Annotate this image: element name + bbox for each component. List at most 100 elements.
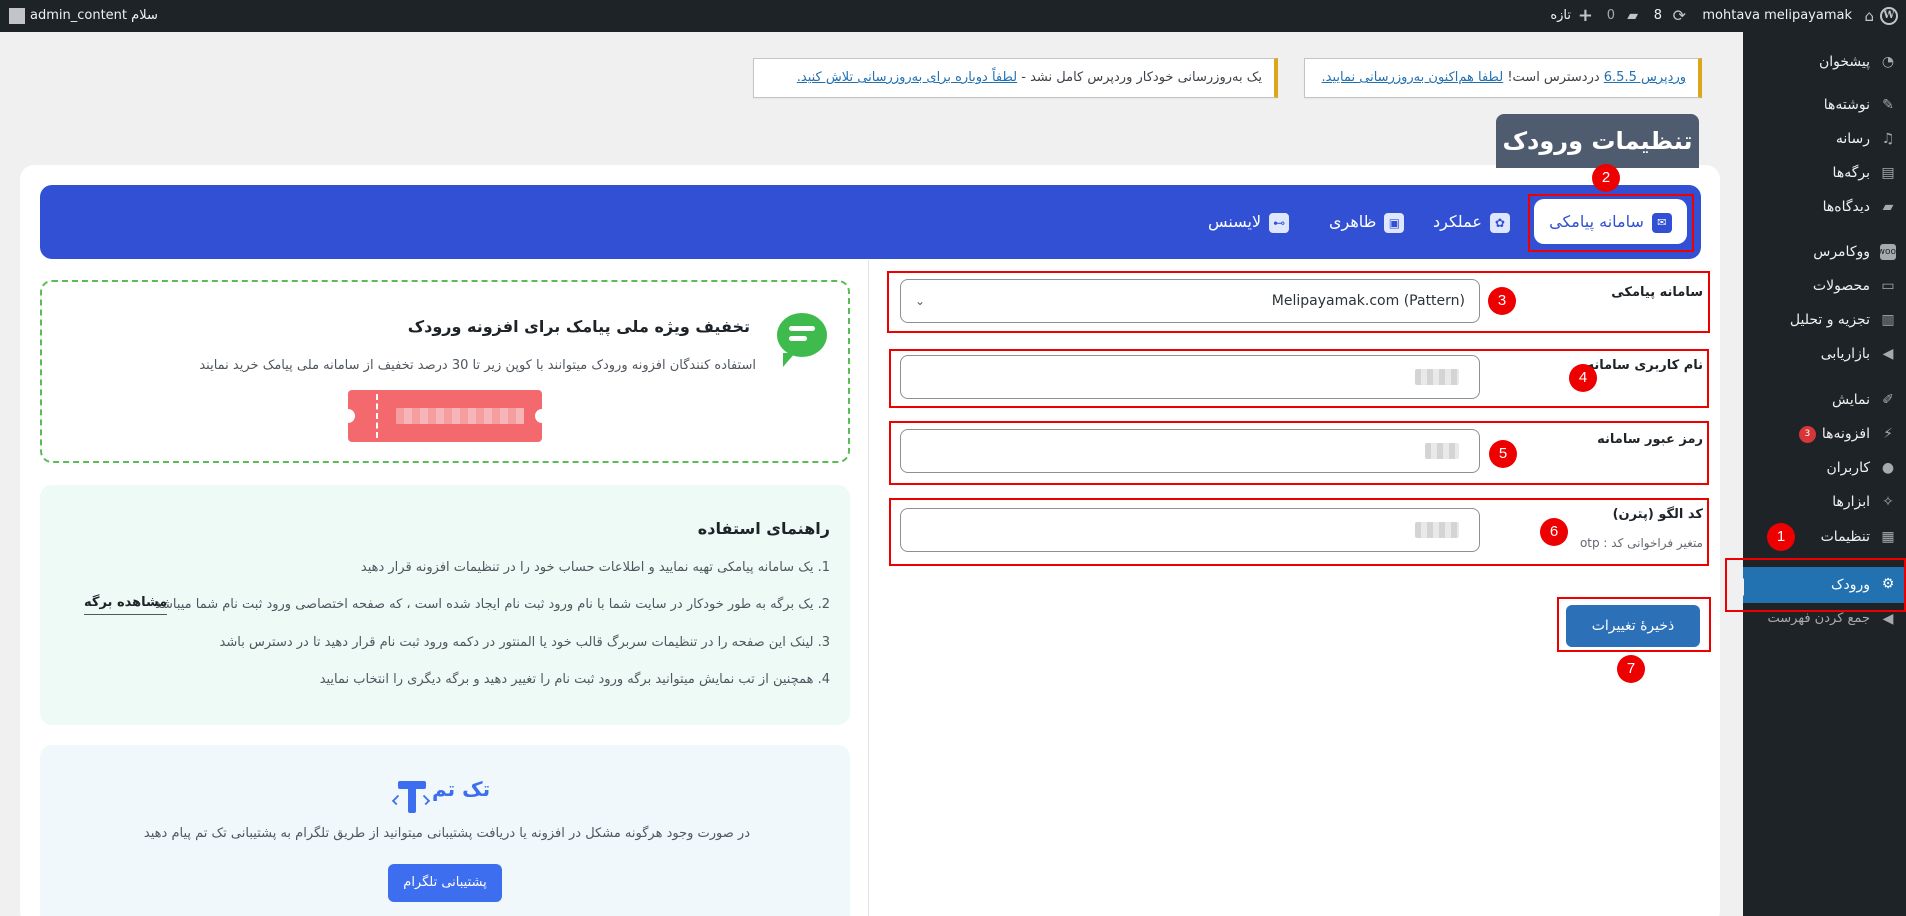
annotation-marker-3: 3 bbox=[1488, 287, 1516, 315]
techtheme-logo-icon bbox=[391, 777, 432, 817]
menu-media[interactable]: ♫ رسانه bbox=[1743, 124, 1906, 154]
comments-count[interactable]: 0 bbox=[1607, 0, 1615, 32]
password-input[interactable] bbox=[900, 429, 1480, 473]
guide-item-4: 4. همچنین از تب نمایش میتوانید برگه ورود… bbox=[319, 672, 830, 687]
menu-comments[interactable]: ▰ دیدگاه‌ها bbox=[1743, 192, 1906, 222]
pin-icon: ✎ bbox=[1882, 97, 1894, 113]
admin-sidebar: ◔ پیشخوان ✎ نوشته‌ها ♫ رسانه ▤ برگه‌ها ▰ دیدگ… bbox=[1743, 32, 1906, 916]
guide-item-3: 3. لینک این صفحه را در تنظیمات سربرگ قال… bbox=[219, 635, 830, 650]
tab-appearance[interactable]: ▣ ظاهری bbox=[1329, 185, 1405, 259]
promo-desc: استفاده کنندگان افزونه ورودک میتوانند با… bbox=[199, 358, 756, 373]
telegram-support-button[interactable]: پشتیبانی تلگرام bbox=[388, 864, 502, 902]
sms-chat-icon bbox=[777, 313, 827, 367]
update-notice-text: دردسترس است! bbox=[1503, 70, 1604, 85]
blurred-password bbox=[1425, 443, 1459, 459]
password-label: رمز عبور سامانه bbox=[1597, 432, 1703, 447]
wp-version-link[interactable]: وردپرس 6.5.5 bbox=[1604, 70, 1686, 85]
menu-woocommerce[interactable]: woo ووکامرس bbox=[1743, 237, 1906, 267]
menu-label: تجزیه و تحلیل bbox=[1789, 312, 1870, 328]
menu-analytics[interactable]: ▥ تجزیه و تحلیل bbox=[1743, 305, 1906, 335]
menu-dashboard[interactable]: ◔ پیشخوان bbox=[1743, 47, 1906, 77]
annotation-marker-2: 2 bbox=[1592, 164, 1620, 192]
woo-icon: woo bbox=[1878, 244, 1896, 260]
archive-icon: ▭ bbox=[1881, 278, 1895, 294]
auto-update-text: یک به‌روزرسانی خودکار وردپرس کامل نشد - bbox=[1017, 70, 1262, 85]
menu-plugins[interactable]: ⚡ افزونه‌ها3 bbox=[1743, 419, 1906, 449]
blurred-username bbox=[1415, 369, 1459, 385]
plus-icon[interactable]: + bbox=[1578, 0, 1593, 32]
update-now-link[interactable]: لطفا هم‌اکنون به‌روزرسانی نمایید. bbox=[1322, 70, 1504, 85]
dashboard-icon: ◔ bbox=[1881, 54, 1895, 70]
updates-count[interactable]: 8 bbox=[1654, 0, 1662, 32]
menu-marketing[interactable]: ◀ بازاریابی bbox=[1743, 339, 1906, 369]
envelope-icon: ✉ bbox=[1651, 212, 1672, 233]
save-changes-button[interactable]: ذخیرهٔ تغییرات bbox=[1566, 605, 1700, 647]
menu-collapse[interactable]: ◀ جمع کردن فهرست bbox=[1743, 604, 1906, 634]
annotation-marker-5: 5 bbox=[1489, 440, 1517, 468]
menu-label: افزونه‌ها3 bbox=[1798, 419, 1870, 449]
megaphone-icon: ◀ bbox=[1882, 346, 1894, 362]
menu-label: پیشخوان bbox=[1818, 54, 1870, 70]
avatar[interactable] bbox=[9, 8, 25, 24]
menu-label: ورودک bbox=[1830, 577, 1870, 593]
home-icon[interactable]: ⌂ bbox=[1864, 0, 1874, 32]
cog-icon: ✿ bbox=[1489, 212, 1510, 233]
username-label: نام کاربری سامانه bbox=[1586, 358, 1703, 373]
menu-products[interactable]: ▭ محصولات bbox=[1743, 271, 1906, 301]
coupon-ticket[interactable] bbox=[341, 390, 549, 442]
tab-performance[interactable]: ✿ عملکرد bbox=[1433, 185, 1510, 259]
menu-tools[interactable]: ✧ ابزارها bbox=[1743, 487, 1906, 517]
wordpress-logo-icon[interactable]: W bbox=[1873, 0, 1905, 32]
support-desc: در صورت وجود هرگونه مشکل در افزونه یا در… bbox=[143, 826, 750, 841]
annotation-marker-7: 7 bbox=[1617, 655, 1645, 683]
provider-label: سامانه پیامکی bbox=[1611, 285, 1703, 300]
retry-update-link[interactable]: لطفاً دوباره برای به‌روزرسانی تلاش کنید. bbox=[797, 70, 1017, 85]
annotation-marker-6: 6 bbox=[1540, 518, 1568, 546]
support-brand: تک تم bbox=[432, 777, 491, 801]
user-icon: ● bbox=[1881, 460, 1895, 476]
promo-title: تخفیف ویژه ملی پیامک برای افزونه ورودک bbox=[407, 317, 750, 336]
comment-icon: ▰ bbox=[1882, 199, 1894, 215]
pattern-hint: متغیر فراخوانی کد : otp bbox=[1579, 536, 1703, 550]
menu-label: ابزارها bbox=[1832, 494, 1870, 510]
pages-icon: ▤ bbox=[1881, 165, 1895, 181]
plugin-icon: ⚡ bbox=[1883, 426, 1893, 442]
menu-label: رسانه bbox=[1835, 131, 1870, 147]
menu-vorodak[interactable]: ⚙ ورودک bbox=[1743, 567, 1906, 603]
menu-appearance[interactable]: ✐ نمایش bbox=[1743, 385, 1906, 415]
annotation-marker-4: 4 bbox=[1569, 364, 1597, 392]
tab-license[interactable]: ⊶ لایسنس bbox=[1208, 185, 1290, 259]
menu-posts[interactable]: ✎ نوشته‌ها bbox=[1743, 90, 1906, 120]
menu-label: ووکامرس bbox=[1813, 244, 1870, 260]
chart-icon: ▥ bbox=[1881, 312, 1895, 328]
guide-title: راهنمای استفاده bbox=[697, 519, 830, 538]
menu-pages[interactable]: ▤ برگه‌ها bbox=[1743, 158, 1906, 188]
tab-label: سامانه پیامکی bbox=[1549, 212, 1644, 231]
provider-select[interactable]: Melipayamak.com (Pattern) ⌄ bbox=[900, 279, 1480, 323]
menu-users[interactable]: ● کاربران bbox=[1743, 453, 1906, 483]
username-input[interactable] bbox=[900, 355, 1480, 399]
gear-icon: ⚙ bbox=[1881, 576, 1895, 592]
tab-label: عملکرد bbox=[1433, 212, 1482, 231]
key-icon: ⊶ bbox=[1269, 212, 1290, 233]
tab-sms-provider[interactable]: ✉ سامانه پیامکی bbox=[1534, 199, 1687, 244]
settings-icon: ▦ bbox=[1881, 529, 1895, 545]
menu-label: نمایش bbox=[1831, 392, 1870, 408]
admin-bar: W ⌂ mohtava melipayamak ⟳ 8 ▰ 0 + تازه س… bbox=[0, 0, 1906, 32]
menu-label: نوشته‌ها bbox=[1823, 97, 1870, 113]
menu-label: کاربران bbox=[1826, 460, 1870, 476]
usage-guide-card: راهنمای استفاده 1. یک سامانه پیامکی تهیه… bbox=[40, 485, 850, 725]
pattern-label: کد الگو (پترن) bbox=[1612, 507, 1703, 522]
brush-icon: ✐ bbox=[1882, 392, 1894, 408]
comment-icon[interactable]: ▰ bbox=[1627, 0, 1638, 32]
updates-icon[interactable]: ⟳ bbox=[1673, 0, 1686, 32]
blurred-coupon-code bbox=[396, 408, 524, 424]
view-page-link[interactable]: مشاهده برگه bbox=[84, 595, 168, 615]
new-content-link[interactable]: تازه bbox=[1550, 0, 1571, 32]
greeting[interactable]: سلام admin_content bbox=[30, 0, 158, 32]
pattern-code-input[interactable] bbox=[900, 508, 1480, 552]
menu-label: تنظیمات bbox=[1820, 529, 1870, 545]
site-name-link[interactable]: mohtava melipayamak bbox=[1702, 0, 1852, 32]
provider-select-value: Melipayamak.com (Pattern) bbox=[1271, 293, 1465, 309]
auto-update-failed-notice: یک به‌روزرسانی خودکار وردپرس کامل نشد - … bbox=[753, 58, 1278, 98]
